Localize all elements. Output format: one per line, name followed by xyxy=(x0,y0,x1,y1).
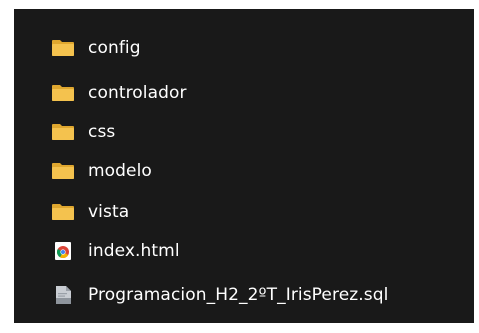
folder-icon xyxy=(51,161,75,181)
item-label: vista xyxy=(88,202,130,222)
file-explorer-panel: config controlador css modelo vista inde… xyxy=(14,9,474,323)
folder-icon xyxy=(51,122,75,142)
folder-icon xyxy=(51,202,75,222)
list-item-config[interactable]: config xyxy=(14,33,474,63)
list-item-index-html[interactable]: index.html xyxy=(14,236,474,266)
item-label: config xyxy=(88,38,141,58)
list-item-controlador[interactable]: controlador xyxy=(14,78,474,108)
item-label: css xyxy=(88,122,116,142)
folder-icon xyxy=(51,83,75,103)
item-label: Programacion_H2_2ºT_IrisPerez.sql xyxy=(88,285,389,305)
list-item-modelo[interactable]: modelo xyxy=(14,156,474,186)
sql-file-icon xyxy=(51,285,75,305)
screenshot-frame: config controlador css modelo vista inde… xyxy=(0,0,479,333)
file-list: config controlador css modelo vista inde… xyxy=(14,9,474,323)
item-label: controlador xyxy=(88,83,187,103)
folder-icon xyxy=(51,38,75,58)
item-label: modelo xyxy=(88,161,152,181)
chrome-html-icon xyxy=(51,241,75,261)
list-item-vista[interactable]: vista xyxy=(14,197,474,227)
list-item-css[interactable]: css xyxy=(14,117,474,147)
list-item-sql-file[interactable]: Programacion_H2_2ºT_IrisPerez.sql xyxy=(14,280,474,310)
item-label: index.html xyxy=(88,241,180,261)
